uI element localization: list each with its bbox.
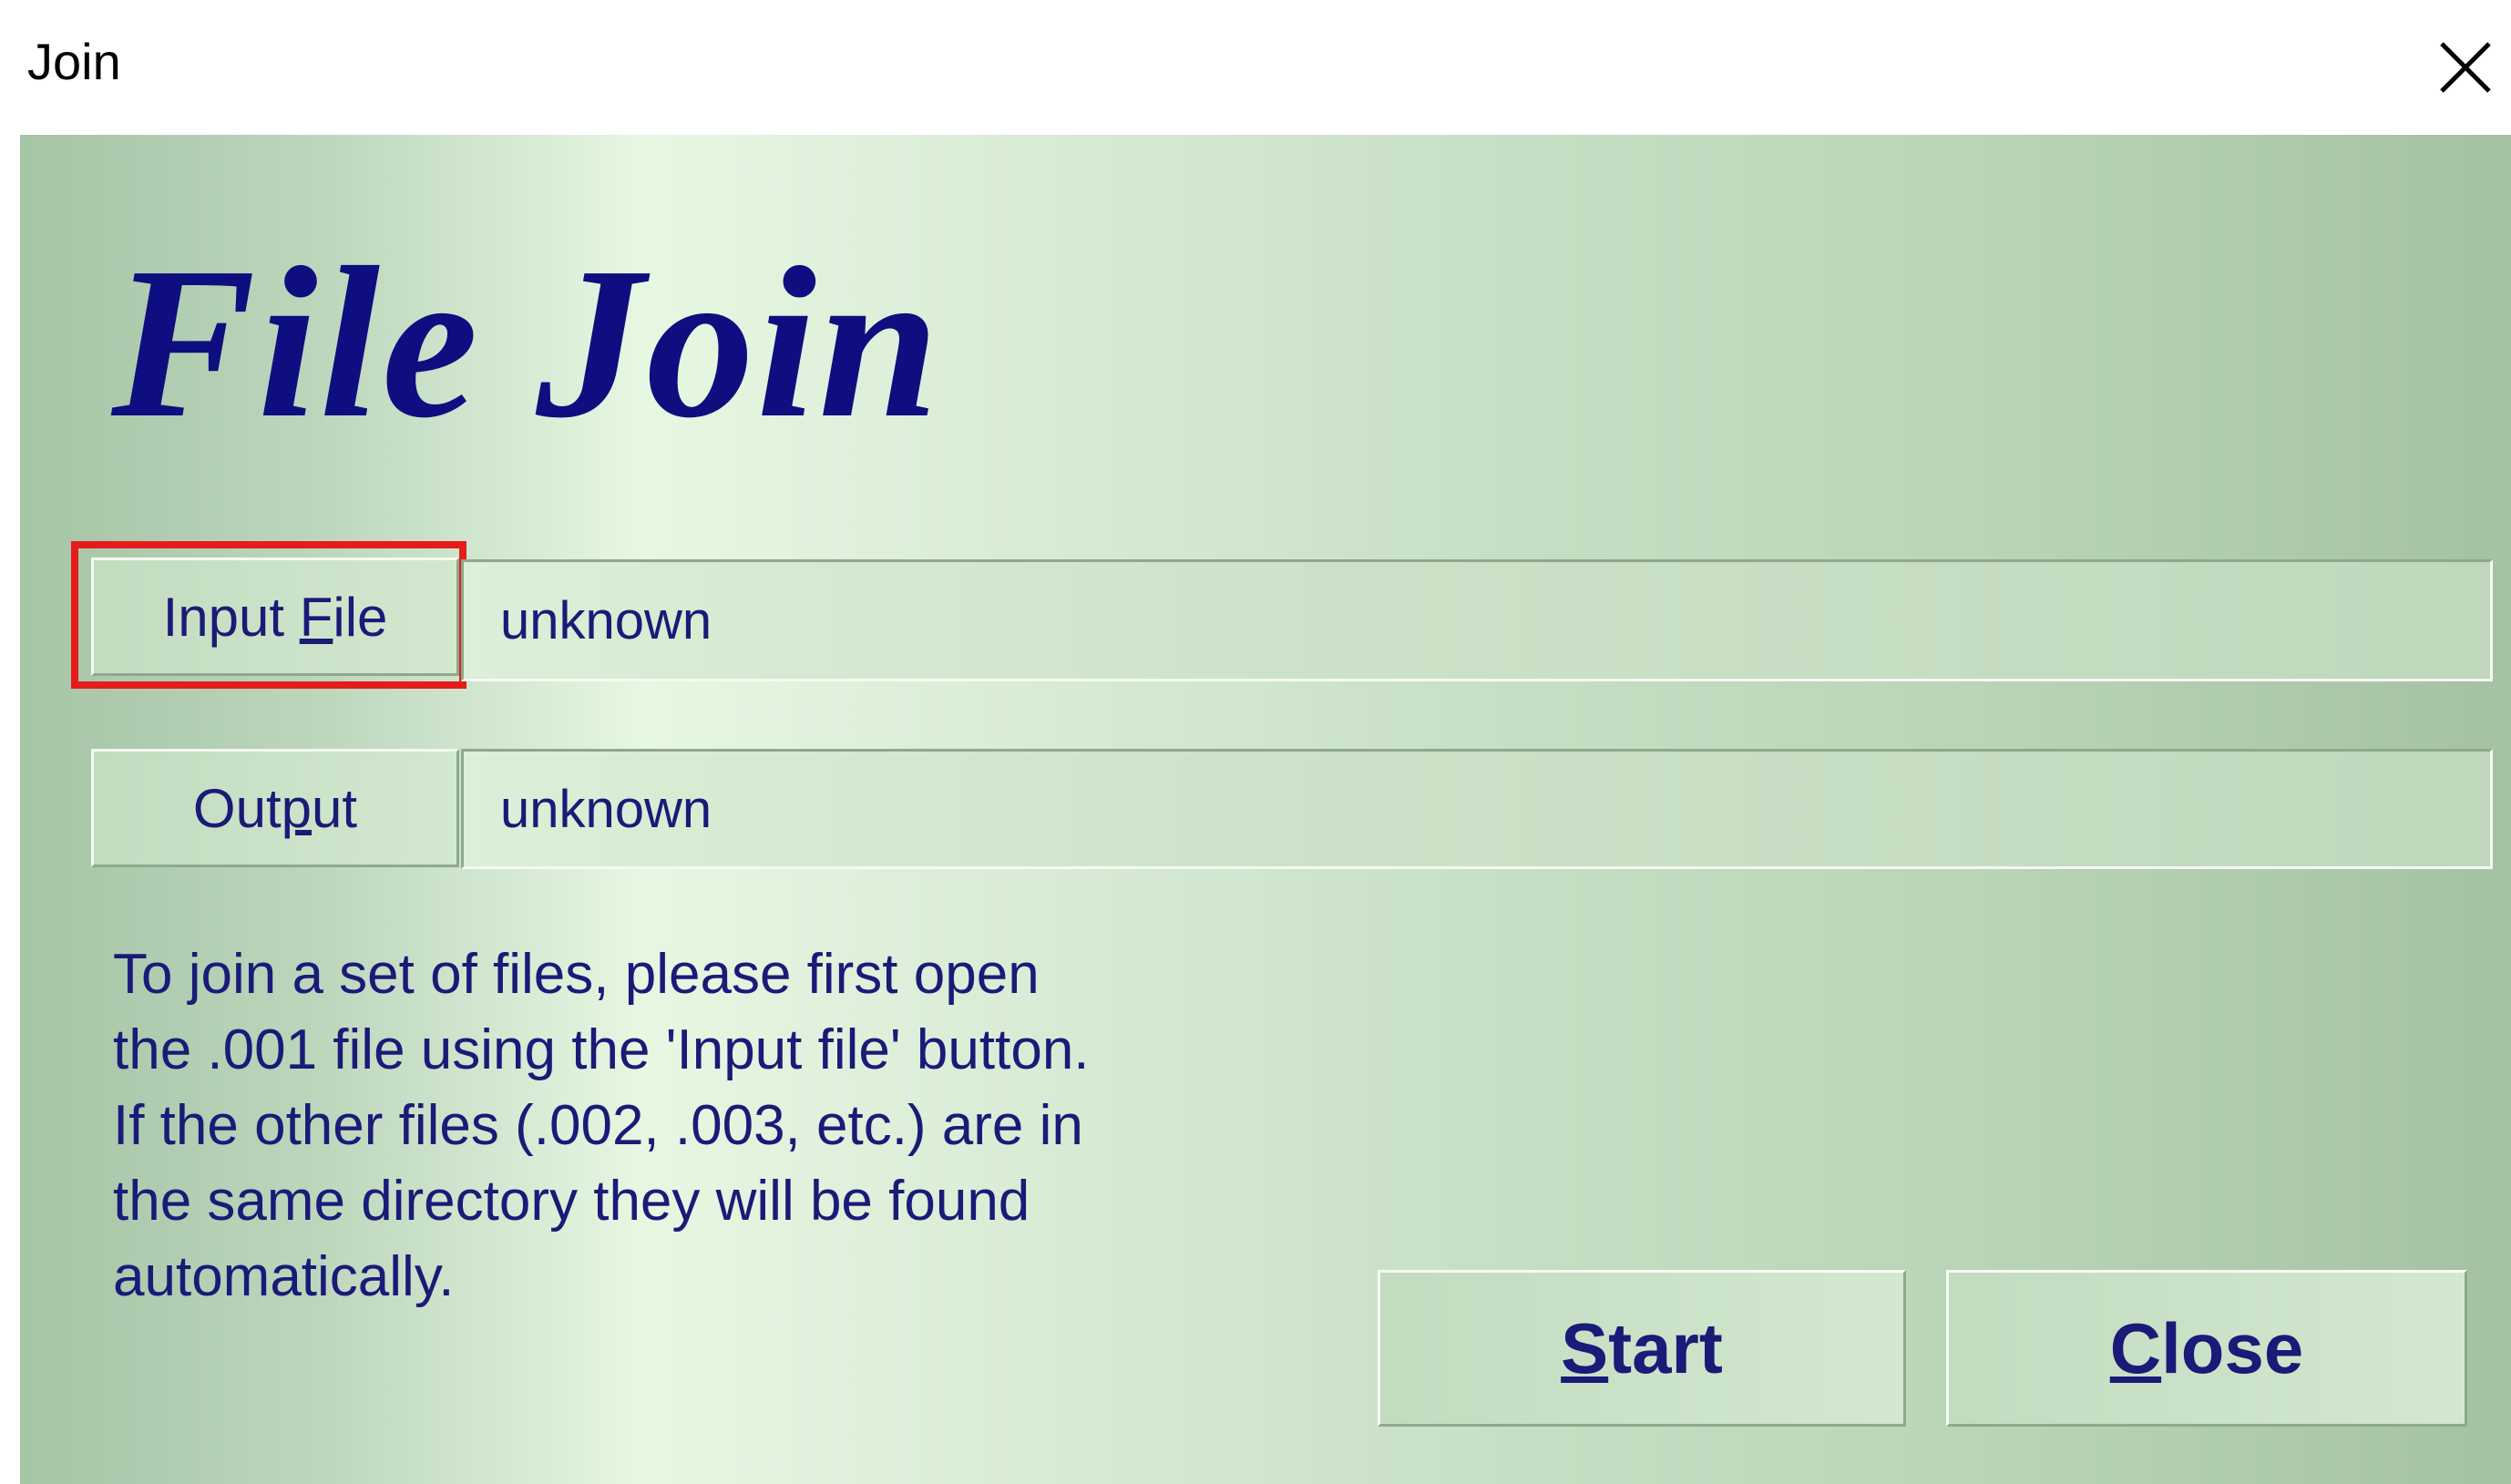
start-label-rest: tart <box>1608 1307 1723 1388</box>
app-title: File Join <box>111 223 941 463</box>
input-file-label-suffix: ile <box>333 586 388 648</box>
close-icon[interactable] <box>2434 36 2496 98</box>
help-text: To join a set of files, please first ope… <box>113 936 1243 1315</box>
output-value: unknown <box>500 779 712 839</box>
close-label-rest: lose <box>2161 1307 2304 1388</box>
help-line: the same directory they will be found <box>113 1170 1030 1233</box>
output-button[interactable]: Out p ut <box>91 749 459 867</box>
title-bar[interactable]: Join <box>0 0 2511 135</box>
help-line: To join a set of files, please first ope… <box>113 943 1040 1006</box>
close-label-accel: C <box>2109 1307 2162 1388</box>
output-label-suffix: ut <box>312 777 358 839</box>
input-file-button[interactable]: Input File <box>91 558 459 676</box>
input-file-label-accel: F <box>299 586 333 648</box>
help-line: automatically. <box>113 1245 455 1308</box>
start-button[interactable]: Start <box>1378 1270 1906 1427</box>
window-title: Join <box>27 33 121 90</box>
help-line: If the other files (.002, .003, etc.) ar… <box>113 1094 1083 1157</box>
dialog-body: File Join Input File unknown Out p ut unkn… <box>20 135 2511 1484</box>
close-button[interactable]: Close <box>1946 1270 2467 1427</box>
output-label-accel: p <box>281 777 313 839</box>
start-label-accel: S <box>1561 1307 1609 1388</box>
input-file-label-prefix: Input <box>162 586 300 648</box>
output-field[interactable]: unknown <box>461 749 2493 869</box>
help-line: the .001 file using the 'Input file' but… <box>113 1018 1090 1081</box>
input-file-value: unknown <box>500 590 712 650</box>
input-file-field[interactable]: unknown <box>461 559 2493 681</box>
output-label-prefix: Out <box>192 777 282 839</box>
join-dialog: Join File Join Input File unknown Out p ut… <box>0 0 2511 1484</box>
